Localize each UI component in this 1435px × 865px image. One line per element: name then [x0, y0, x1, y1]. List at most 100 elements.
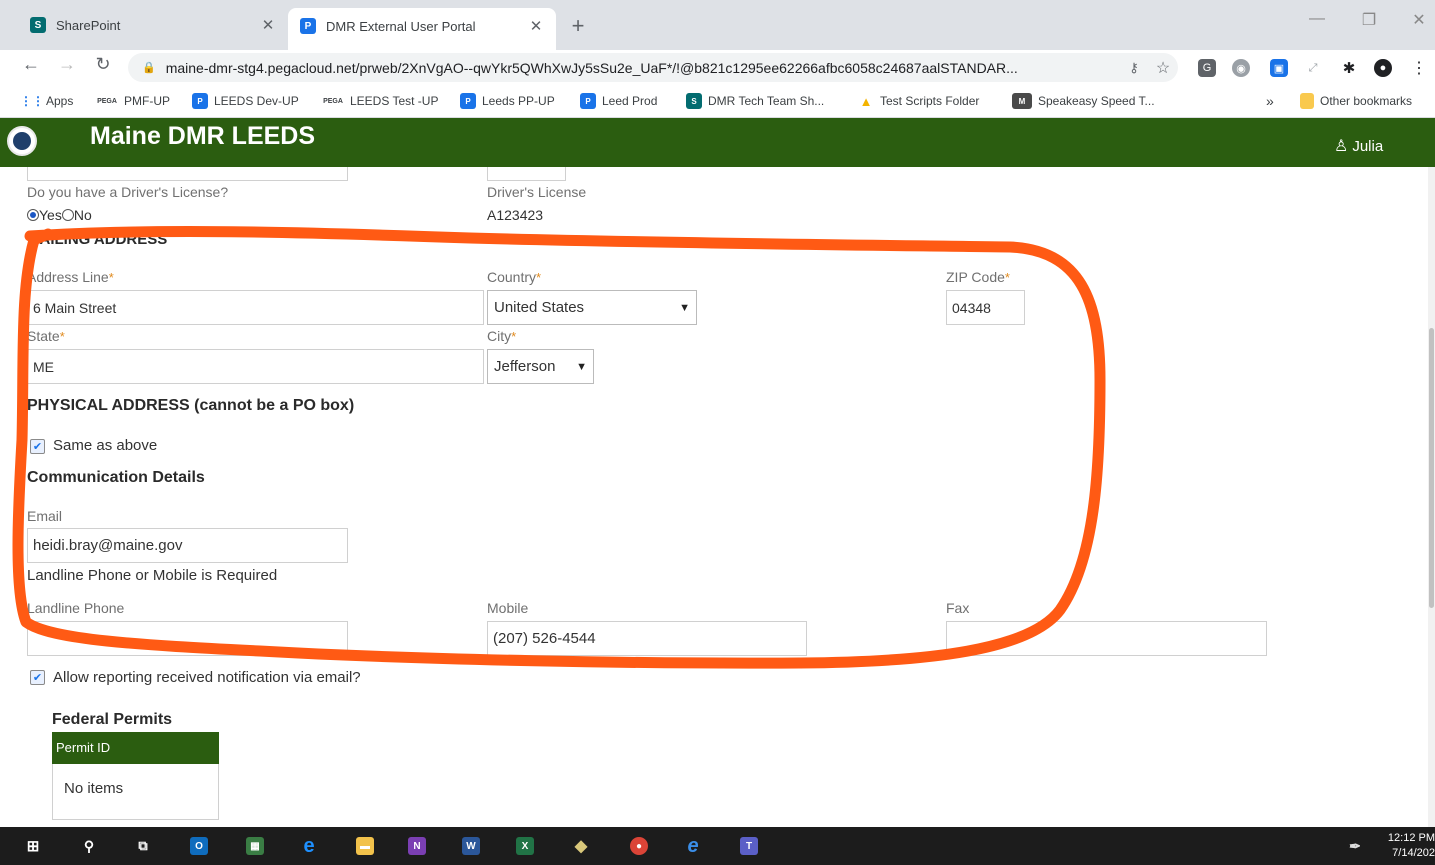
- mailing-address-heading: MAILING ADDRESS: [27, 231, 168, 248]
- user-name: Julia: [1352, 137, 1384, 155]
- bookmark-dmr-tech-team[interactable]: S DMR Tech Team Sh...: [686, 93, 824, 109]
- extension-icon[interactable]: ◉: [1232, 59, 1250, 77]
- teams-icon[interactable]: T: [740, 837, 758, 855]
- city-select[interactable]: Jefferson ▼: [487, 349, 594, 384]
- bookmark-label: LEEDS Dev-UP: [214, 94, 299, 108]
- state-label: State*: [27, 328, 65, 344]
- country-label-text: Country: [487, 269, 537, 285]
- extension-icon[interactable]: ▣: [1270, 59, 1288, 77]
- country-select[interactable]: United States ▼: [487, 290, 697, 325]
- bookmark-label: PMF-UP: [124, 94, 170, 108]
- no-label: No: [73, 207, 92, 223]
- previous-field-input[interactable]: [487, 167, 566, 181]
- state-input[interactable]: ME: [27, 349, 484, 384]
- license-radio-group: Yes No: [27, 207, 92, 223]
- bookmark-speakeasy[interactable]: M Speakeasy Speed T...: [1012, 93, 1155, 109]
- key-icon[interactable]: ⚷: [1120, 60, 1148, 76]
- communication-details-heading: Communication Details: [27, 469, 205, 486]
- user-menu[interactable]: ♙ Julia: [1334, 136, 1383, 156]
- calculator-icon[interactable]: ▦: [246, 837, 264, 855]
- internet-explorer-icon[interactable]: e: [684, 835, 702, 857]
- pen-tray-icon[interactable]: ✒: [1346, 837, 1364, 855]
- yes-radio[interactable]: [27, 209, 39, 221]
- drivers-license-value: A123423: [487, 207, 544, 223]
- country-selected-value: United States: [494, 299, 585, 316]
- bookmark-apps[interactable]: ⋮⋮ Apps: [20, 93, 74, 109]
- zip-label-text: ZIP Code: [946, 269, 1005, 285]
- menu-kebab-icon[interactable]: ⋮: [1410, 59, 1428, 77]
- page-content: Do you have a Driver's License? Yes No Dr…: [0, 167, 1435, 827]
- tab-sharepoint[interactable]: S SharePoint ✕: [18, 8, 288, 42]
- reload-icon[interactable]: ↻: [90, 54, 116, 75]
- forward-arrow-icon[interactable]: →: [54, 54, 80, 75]
- drivers-license-label: Driver's License: [487, 184, 587, 200]
- back-arrow-icon[interactable]: ←: [18, 54, 44, 75]
- required-marker: *: [536, 270, 542, 285]
- scrollbar-thumb[interactable]: [1429, 328, 1434, 608]
- link-extension-icon[interactable]: ⤢: [1304, 59, 1322, 77]
- license-question-label: Do you have a Driver's License?: [27, 184, 229, 200]
- google-drive-icon: ▲: [859, 93, 873, 109]
- grammarly-extension-icon[interactable]: G: [1198, 59, 1216, 77]
- email-input[interactable]: heidi.bray@maine.gov: [27, 528, 348, 563]
- apps-grid-icon: ⋮⋮: [20, 94, 44, 108]
- allow-email-checkbox[interactable]: ✔: [30, 670, 45, 685]
- window-close-icon[interactable]: ✕: [1404, 10, 1434, 30]
- windows-start-icon[interactable]: ⊞: [24, 837, 42, 855]
- bookmark-pmf-up[interactable]: PEGA PMF-UP: [96, 93, 170, 109]
- zip-code-label: ZIP Code*: [946, 269, 1010, 285]
- previous-field-input[interactable]: [27, 167, 348, 181]
- minimize-icon[interactable]: —: [1302, 10, 1332, 28]
- same-as-above-label: Same as above: [53, 437, 158, 454]
- city-selected-value: Jefferson: [494, 358, 556, 375]
- yes-label: Yes: [39, 207, 62, 223]
- city-label-text: City: [487, 328, 512, 344]
- outlook-icon[interactable]: O: [190, 837, 208, 855]
- profile-avatar-icon[interactable]: ●: [1374, 59, 1392, 77]
- no-radio[interactable]: [61, 209, 74, 221]
- close-tab-icon[interactable]: ✕: [528, 17, 544, 35]
- close-tab-icon[interactable]: ✕: [260, 16, 276, 34]
- task-view-icon[interactable]: ⧉: [134, 837, 152, 855]
- address-line-input[interactable]: 6 Main Street: [27, 290, 484, 325]
- bookmark-label: Apps: [46, 94, 74, 108]
- permit-id-column-header[interactable]: Permit ID: [52, 732, 219, 764]
- puzzle-extensions-icon[interactable]: ✱: [1340, 59, 1358, 77]
- landline-phone-input[interactable]: [27, 621, 348, 656]
- file-explorer-icon[interactable]: ▬: [356, 837, 374, 855]
- same-as-above-checkbox[interactable]: ✔: [30, 439, 45, 454]
- bookmark-leeds-test-up[interactable]: PEGA LEEDS Test -UP: [322, 93, 438, 109]
- address-line-label-text: Address Line: [27, 269, 109, 285]
- bookmark-leeds-dev-up[interactable]: P LEEDS Dev-UP: [192, 93, 299, 109]
- scanner-app-icon[interactable]: ◆: [572, 837, 590, 855]
- bookmark-star-icon[interactable]: ☆: [1148, 58, 1178, 78]
- bookmark-leed-prod[interactable]: P Leed Prod: [580, 93, 657, 109]
- system-clock[interactable]: 12:12 PM 7/14/202: [1382, 831, 1435, 861]
- edge-icon[interactable]: e: [300, 835, 318, 857]
- address-bar[interactable]: 🔒 maine-dmr-stg4.pegacloud.net/prweb/2Xn…: [128, 53, 1178, 82]
- bookmark-test-scripts[interactable]: ▲ Test Scripts Folder: [858, 93, 980, 109]
- bookmark-label: Leeds PP-UP: [482, 94, 555, 108]
- pega-p-icon: P: [580, 93, 596, 109]
- excel-icon[interactable]: X: [516, 837, 534, 855]
- restore-icon[interactable]: ❐: [1354, 10, 1384, 30]
- bookmarks-overflow[interactable]: »: [1266, 93, 1274, 109]
- pega-p-icon: P: [460, 93, 476, 109]
- landline-phone-label: Landline Phone: [27, 600, 125, 616]
- word-icon[interactable]: W: [462, 837, 480, 855]
- onenote-icon[interactable]: N: [408, 837, 426, 855]
- mobile-input[interactable]: (207) 526-4544: [487, 621, 807, 656]
- search-icon[interactable]: ⚲: [80, 837, 98, 855]
- sharepoint-icon: S: [686, 93, 702, 109]
- zip-code-input[interactable]: 04348: [946, 290, 1025, 325]
- email-label: Email: [27, 508, 63, 524]
- fax-input[interactable]: [946, 621, 1267, 656]
- bookmark-leeds-pp-up[interactable]: P Leeds PP-UP: [460, 93, 555, 109]
- other-bookmarks[interactable]: Other bookmarks: [1300, 93, 1412, 109]
- new-tab-button[interactable]: +: [566, 13, 590, 39]
- chrome-icon[interactable]: ●: [630, 837, 648, 855]
- phone-required-note: Landline Phone or Mobile is Required: [27, 567, 278, 584]
- tab-dmr-portal[interactable]: P DMR External User Portal ✕: [288, 8, 556, 50]
- folder-icon: [1300, 93, 1314, 109]
- bookmark-label: Leed Prod: [602, 94, 658, 108]
